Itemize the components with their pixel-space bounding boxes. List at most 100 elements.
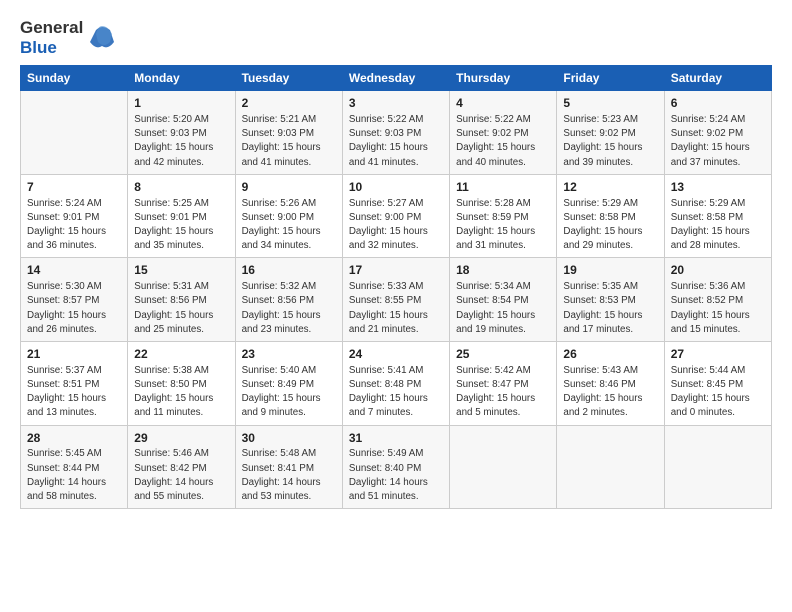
calendar-cell: 22Sunrise: 5:38 AM Sunset: 8:50 PM Dayli… [128,341,235,425]
day-info: Sunrise: 5:24 AM Sunset: 9:02 PM Dayligh… [671,113,765,170]
day-info: Sunrise: 5:38 AM Sunset: 8:50 PM Dayligh… [134,364,228,421]
calendar-table: SundayMondayTuesdayWednesdayThursdayFrid… [20,65,772,509]
page: General Blue SundayMondayTuesdayWednesda… [0,0,792,612]
day-info: Sunrise: 5:49 AM Sunset: 8:40 PM Dayligh… [349,447,443,504]
day-number: 3 [349,95,443,112]
day-info: Sunrise: 5:43 AM Sunset: 8:46 PM Dayligh… [563,364,657,421]
day-number: 18 [456,262,550,279]
day-number: 26 [563,346,657,363]
day-number: 8 [134,179,228,196]
day-info: Sunrise: 5:36 AM Sunset: 8:52 PM Dayligh… [671,280,765,337]
calendar-header-wednesday: Wednesday [342,66,449,91]
header: General Blue [20,18,772,57]
day-number: 21 [27,346,121,363]
logo-icon [86,22,118,54]
calendar-header-monday: Monday [128,66,235,91]
calendar-cell [21,91,128,175]
day-info: Sunrise: 5:24 AM Sunset: 9:01 PM Dayligh… [27,197,121,254]
day-info: Sunrise: 5:41 AM Sunset: 8:48 PM Dayligh… [349,364,443,421]
logo-blue: Blue [20,38,83,58]
calendar-cell: 30Sunrise: 5:48 AM Sunset: 8:41 PM Dayli… [235,425,342,509]
calendar-cell: 12Sunrise: 5:29 AM Sunset: 8:58 PM Dayli… [557,174,664,258]
day-number: 12 [563,179,657,196]
day-number: 6 [671,95,765,112]
calendar-cell: 20Sunrise: 5:36 AM Sunset: 8:52 PM Dayli… [664,258,771,342]
calendar-cell: 17Sunrise: 5:33 AM Sunset: 8:55 PM Dayli… [342,258,449,342]
logo-general: General [20,18,83,38]
calendar-header-row: SundayMondayTuesdayWednesdayThursdayFrid… [21,66,772,91]
calendar-cell: 26Sunrise: 5:43 AM Sunset: 8:46 PM Dayli… [557,341,664,425]
calendar-week-row: 1Sunrise: 5:20 AM Sunset: 9:03 PM Daylig… [21,91,772,175]
day-number: 28 [27,430,121,447]
calendar-week-row: 28Sunrise: 5:45 AM Sunset: 8:44 PM Dayli… [21,425,772,509]
day-number: 11 [456,179,550,196]
calendar-cell: 3Sunrise: 5:22 AM Sunset: 9:03 PM Daylig… [342,91,449,175]
calendar-cell: 9Sunrise: 5:26 AM Sunset: 9:00 PM Daylig… [235,174,342,258]
calendar-cell: 28Sunrise: 5:45 AM Sunset: 8:44 PM Dayli… [21,425,128,509]
day-number: 24 [349,346,443,363]
calendar-cell: 18Sunrise: 5:34 AM Sunset: 8:54 PM Dayli… [450,258,557,342]
calendar-cell: 13Sunrise: 5:29 AM Sunset: 8:58 PM Dayli… [664,174,771,258]
day-number: 25 [456,346,550,363]
day-info: Sunrise: 5:29 AM Sunset: 8:58 PM Dayligh… [563,197,657,254]
calendar-header-sunday: Sunday [21,66,128,91]
day-info: Sunrise: 5:46 AM Sunset: 8:42 PM Dayligh… [134,447,228,504]
calendar-cell: 21Sunrise: 5:37 AM Sunset: 8:51 PM Dayli… [21,341,128,425]
calendar-cell: 23Sunrise: 5:40 AM Sunset: 8:49 PM Dayli… [235,341,342,425]
day-info: Sunrise: 5:28 AM Sunset: 8:59 PM Dayligh… [456,197,550,254]
calendar-header-saturday: Saturday [664,66,771,91]
day-info: Sunrise: 5:25 AM Sunset: 9:01 PM Dayligh… [134,197,228,254]
calendar-week-row: 14Sunrise: 5:30 AM Sunset: 8:57 PM Dayli… [21,258,772,342]
day-number: 5 [563,95,657,112]
day-number: 4 [456,95,550,112]
day-info: Sunrise: 5:40 AM Sunset: 8:49 PM Dayligh… [242,364,336,421]
day-info: Sunrise: 5:31 AM Sunset: 8:56 PM Dayligh… [134,280,228,337]
day-number: 20 [671,262,765,279]
calendar-cell: 2Sunrise: 5:21 AM Sunset: 9:03 PM Daylig… [235,91,342,175]
calendar-cell: 11Sunrise: 5:28 AM Sunset: 8:59 PM Dayli… [450,174,557,258]
calendar-cell [664,425,771,509]
day-number: 27 [671,346,765,363]
calendar-cell: 15Sunrise: 5:31 AM Sunset: 8:56 PM Dayli… [128,258,235,342]
calendar-cell: 24Sunrise: 5:41 AM Sunset: 8:48 PM Dayli… [342,341,449,425]
calendar-week-row: 7Sunrise: 5:24 AM Sunset: 9:01 PM Daylig… [21,174,772,258]
day-info: Sunrise: 5:27 AM Sunset: 9:00 PM Dayligh… [349,197,443,254]
day-number: 31 [349,430,443,447]
logo: General Blue [20,18,118,57]
calendar-cell: 19Sunrise: 5:35 AM Sunset: 8:53 PM Dayli… [557,258,664,342]
day-info: Sunrise: 5:20 AM Sunset: 9:03 PM Dayligh… [134,113,228,170]
day-info: Sunrise: 5:22 AM Sunset: 9:03 PM Dayligh… [349,113,443,170]
day-number: 13 [671,179,765,196]
calendar-cell: 8Sunrise: 5:25 AM Sunset: 9:01 PM Daylig… [128,174,235,258]
day-info: Sunrise: 5:32 AM Sunset: 8:56 PM Dayligh… [242,280,336,337]
calendar-cell: 25Sunrise: 5:42 AM Sunset: 8:47 PM Dayli… [450,341,557,425]
day-number: 16 [242,262,336,279]
day-info: Sunrise: 5:34 AM Sunset: 8:54 PM Dayligh… [456,280,550,337]
calendar-cell [450,425,557,509]
day-info: Sunrise: 5:23 AM Sunset: 9:02 PM Dayligh… [563,113,657,170]
day-number: 23 [242,346,336,363]
day-number: 15 [134,262,228,279]
calendar-cell: 27Sunrise: 5:44 AM Sunset: 8:45 PM Dayli… [664,341,771,425]
calendar-week-row: 21Sunrise: 5:37 AM Sunset: 8:51 PM Dayli… [21,341,772,425]
calendar-cell: 14Sunrise: 5:30 AM Sunset: 8:57 PM Dayli… [21,258,128,342]
calendar-cell [557,425,664,509]
day-number: 22 [134,346,228,363]
calendar-cell: 7Sunrise: 5:24 AM Sunset: 9:01 PM Daylig… [21,174,128,258]
day-info: Sunrise: 5:42 AM Sunset: 8:47 PM Dayligh… [456,364,550,421]
day-number: 10 [349,179,443,196]
calendar-header-friday: Friday [557,66,664,91]
day-info: Sunrise: 5:29 AM Sunset: 8:58 PM Dayligh… [671,197,765,254]
calendar-cell: 6Sunrise: 5:24 AM Sunset: 9:02 PM Daylig… [664,91,771,175]
calendar-cell: 4Sunrise: 5:22 AM Sunset: 9:02 PM Daylig… [450,91,557,175]
calendar-cell: 10Sunrise: 5:27 AM Sunset: 9:00 PM Dayli… [342,174,449,258]
calendar-header-tuesday: Tuesday [235,66,342,91]
day-number: 2 [242,95,336,112]
calendar-cell: 29Sunrise: 5:46 AM Sunset: 8:42 PM Dayli… [128,425,235,509]
day-info: Sunrise: 5:44 AM Sunset: 8:45 PM Dayligh… [671,364,765,421]
calendar-cell: 1Sunrise: 5:20 AM Sunset: 9:03 PM Daylig… [128,91,235,175]
day-info: Sunrise: 5:45 AM Sunset: 8:44 PM Dayligh… [27,447,121,504]
day-number: 9 [242,179,336,196]
day-number: 14 [27,262,121,279]
calendar-header-thursday: Thursday [450,66,557,91]
